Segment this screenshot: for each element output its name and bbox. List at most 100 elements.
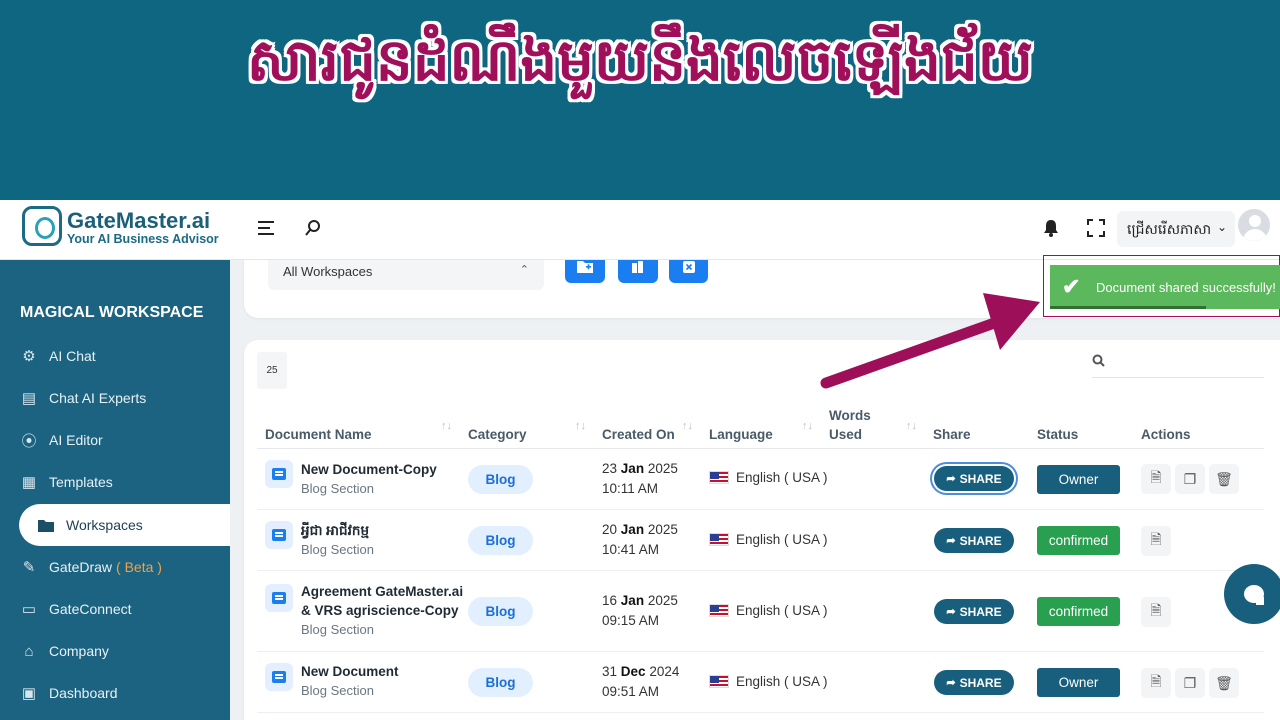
document-name[interactable]: Agreement GateMaster.ai & VRS agriscienc… xyxy=(301,582,466,639)
date-month: Dec xyxy=(620,664,646,679)
share-label: SHARE xyxy=(959,533,1002,548)
logo[interactable]: GateMaster.ai Your AI Business Advisor xyxy=(22,206,222,252)
document-icon xyxy=(265,521,293,549)
share-label: SHARE xyxy=(959,471,1002,486)
share-icon: ➦ xyxy=(946,535,956,547)
date-year: 2025 xyxy=(647,522,678,537)
sort-icon[interactable]: ↑↓ xyxy=(575,420,586,432)
trash-icon: 🗑 xyxy=(1215,674,1233,691)
page-size-select[interactable]: 25 xyxy=(257,352,287,389)
chevron-up-icon: ⌃ xyxy=(519,264,529,276)
video-icon: ▭ xyxy=(21,601,37,618)
language-cell: English ( USA ) xyxy=(709,532,828,547)
us-flag-icon xyxy=(709,471,729,484)
document-icon xyxy=(265,584,293,612)
sort-icon[interactable]: ↑↓ xyxy=(682,420,693,432)
search-input[interactable] xyxy=(1114,352,1262,374)
sidebar-item-gatedraw[interactable]: ✎ GateDraw ( Beta ) xyxy=(0,546,230,588)
sidebar-item-ai-chat[interactable]: ⚙ AI Chat xyxy=(0,335,230,377)
folder-plus-icon xyxy=(577,261,593,273)
sidebar-item-label: GateConnect xyxy=(49,601,132,617)
sort-icon[interactable]: ↑↓ xyxy=(441,420,452,432)
created-time: 10:41 AM xyxy=(602,542,660,557)
document-icon xyxy=(265,460,293,488)
column-header-actions: Actions xyxy=(1141,427,1191,442)
document-icon: 🗎 xyxy=(1150,673,1162,689)
table-row[interactable]: New Document Blog Section Blog 31 Dec 20… xyxy=(257,652,1264,713)
sidebar-item-label: Workspaces xyxy=(66,517,143,533)
column-header-category[interactable]: Category xyxy=(468,402,578,450)
date-day: 20 xyxy=(602,522,618,537)
search-icon[interactable] xyxy=(301,216,325,240)
document-section: Blog Section xyxy=(301,481,374,496)
document-section: Blog Section xyxy=(301,542,374,557)
share-button[interactable]: ➦ SHARE xyxy=(934,528,1014,553)
share-icon: ➦ xyxy=(946,677,956,689)
share-button[interactable]: ➦ SHARE xyxy=(934,670,1014,695)
chat-widget-button[interactable] xyxy=(1224,564,1280,624)
table-search xyxy=(1092,350,1264,378)
sort-icon[interactable]: ↑↓ xyxy=(802,420,813,432)
status-badge: confirmed xyxy=(1037,597,1120,626)
sidebar-item-ai-editor[interactable]: ⦿ AI Editor xyxy=(0,419,230,461)
delete-button[interactable]: 🗑 xyxy=(1209,668,1239,698)
bell-icon[interactable] xyxy=(1039,216,1063,240)
sidebar-item-label: Chat AI Experts xyxy=(49,390,147,406)
created-time: 09:15 AM xyxy=(602,613,660,628)
delete-button[interactable]: 🗑 xyxy=(1209,464,1239,494)
sidebar-item-label: Templates xyxy=(49,474,113,490)
view-document-button[interactable]: 🗎 xyxy=(1141,668,1171,698)
language-select[interactable]: ជ្រើសរើសភាសា ⌄ xyxy=(1117,211,1235,247)
toast-message: Document shared successfully! xyxy=(1096,279,1276,295)
avatar[interactable] xyxy=(1236,207,1272,243)
date-month: Jan xyxy=(620,593,645,608)
date-month: Jan xyxy=(620,522,645,537)
column-header-share: Share xyxy=(933,427,971,442)
sidebar-item-dashboard[interactable]: ▣ Dashboard xyxy=(0,672,230,714)
column-header-created-on[interactable]: Created On xyxy=(602,402,687,450)
view-document-button[interactable]: 🗎 xyxy=(1141,464,1171,494)
view-document-button[interactable]: 🗎 xyxy=(1141,597,1171,627)
trash-icon: 🗑 xyxy=(1215,470,1233,487)
sort-icon[interactable]: ↑↓ xyxy=(906,420,917,432)
column-header-language[interactable]: Language xyxy=(709,402,799,450)
document-name[interactable]: New Document Blog Section xyxy=(301,662,466,700)
table-row[interactable]: New Document-Copy Blog Section Blog 23 J… xyxy=(257,449,1264,510)
column-header-document-name[interactable]: Document Name xyxy=(265,402,445,450)
sidebar-item-company[interactable]: ⌂ Company xyxy=(0,630,230,672)
copy-icon: ❐ xyxy=(1183,470,1197,487)
document-icon: 🗎 xyxy=(1150,531,1162,547)
document-section: Blog Section xyxy=(301,622,374,637)
us-flag-icon xyxy=(709,533,729,546)
menu-toggle-icon[interactable] xyxy=(255,216,279,240)
success-toast[interactable]: ✔ Document shared successfully! xyxy=(1050,265,1280,309)
language-cell: English ( USA ) xyxy=(709,603,828,618)
table-row[interactable]: Agreement GateMaster.ai & VRS agriscienc… xyxy=(257,571,1264,652)
view-document-button[interactable]: 🗎 xyxy=(1141,526,1171,556)
duplicate-button[interactable]: ❐ xyxy=(1175,668,1205,698)
logo-mark-icon xyxy=(22,206,62,246)
chevron-down-icon: ⌄ xyxy=(1216,220,1227,234)
fullscreen-icon[interactable] xyxy=(1084,216,1108,240)
document-name[interactable]: New Document-Copy Blog Section xyxy=(301,460,466,498)
sidebar-item-gateconnect[interactable]: ▭ GateConnect xyxy=(0,588,230,630)
date-year: 2025 xyxy=(647,461,678,476)
duplicate-button[interactable]: ❐ xyxy=(1175,464,1205,494)
sidebar-item-workspaces[interactable]: Workspaces xyxy=(19,504,230,546)
chat-bubble-icon xyxy=(1244,585,1264,605)
banner: សារជូនដំណឹងមួយនឹងលេចឡើងជ័យ xyxy=(0,0,1280,200)
share-button[interactable]: ➦ SHARE xyxy=(934,466,1014,491)
copy-icon xyxy=(632,260,643,273)
status-badge: confirmed xyxy=(1037,526,1120,555)
share-button[interactable]: ➦ SHARE xyxy=(934,599,1014,624)
copy-icon: ❐ xyxy=(1183,674,1197,691)
document-name[interactable]: អ្វីជា អាជីវកម្ម Blog Section xyxy=(301,521,466,559)
document-title: Agreement GateMaster.ai & VRS agriscienc… xyxy=(301,584,464,618)
sidebar-item-templates[interactable]: ▦ Templates xyxy=(0,461,230,503)
sidebar-item-chat-ai-experts[interactable]: ▤ Chat AI Experts xyxy=(0,377,230,419)
table-row[interactable]: អ្វីជា អាជីវកម្ម Blog Section Blog 20 Ja… xyxy=(257,510,1264,571)
status-badge: Owner xyxy=(1037,465,1120,494)
document-section: Blog Section xyxy=(301,683,374,698)
column-header-words-used[interactable]: Words Used xyxy=(829,402,891,450)
beta-label: ( Beta ) xyxy=(116,559,162,575)
